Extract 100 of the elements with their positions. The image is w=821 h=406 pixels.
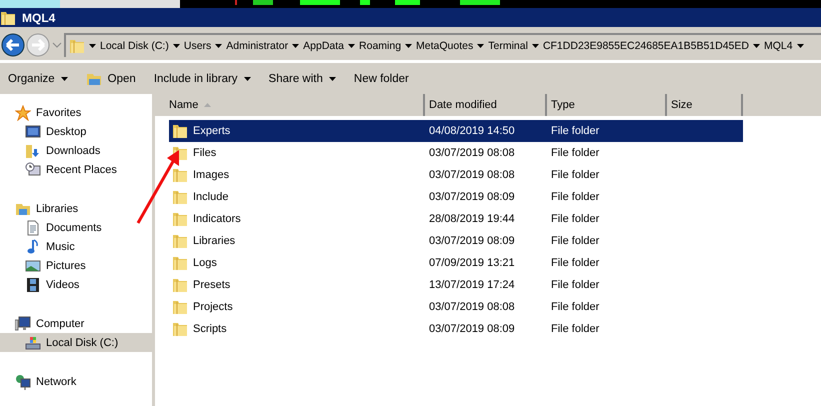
file-type: File folder bbox=[551, 213, 600, 225]
breadcrumb[interactable]: CF1DD23E9855EC24685EA1B5B51D45ED bbox=[542, 40, 749, 52]
folder-icon bbox=[172, 299, 188, 315]
caret-icon[interactable] bbox=[292, 44, 300, 48]
file-name: Libraries bbox=[193, 235, 236, 247]
file-type: File folder bbox=[551, 257, 600, 269]
breadcrumb[interactable]: Terminal bbox=[488, 40, 528, 52]
file-name: Projects bbox=[193, 301, 233, 313]
caret-icon[interactable] bbox=[477, 44, 484, 48]
date-modified: 13/07/2019 17:24 bbox=[429, 279, 515, 291]
breadcrumb[interactable]: Users bbox=[184, 40, 212, 52]
folder-icon bbox=[0, 10, 16, 26]
nav-item[interactable]: Documents bbox=[0, 218, 152, 237]
toolbar-button[interactable]: New folder bbox=[348, 70, 415, 86]
file-row[interactable]: Libraries 03/07/2019 08:09 File folder bbox=[169, 230, 743, 252]
date-modified: 03/07/2019 08:09 bbox=[429, 323, 515, 335]
network-icon bbox=[15, 374, 31, 390]
folder-icon bbox=[172, 255, 188, 271]
file-row[interactable]: Include 03/07/2019 08:09 File folder bbox=[169, 186, 743, 208]
file-type: File folder bbox=[551, 125, 600, 137]
file-row[interactable]: Experts 04/08/2019 14:50 File folder bbox=[169, 120, 743, 142]
caret-icon bbox=[328, 76, 336, 80]
caret-icon[interactable] bbox=[89, 44, 96, 48]
file-name: Experts bbox=[193, 125, 230, 137]
nav-item[interactable]: Downloads bbox=[0, 141, 152, 160]
caret-icon bbox=[60, 76, 68, 80]
nav-item[interactable]: Pictures bbox=[0, 256, 152, 275]
caret-icon[interactable] bbox=[215, 44, 222, 48]
folder-icon bbox=[172, 211, 188, 227]
caret-icon[interactable] bbox=[753, 44, 760, 48]
caret-icon[interactable] bbox=[405, 44, 412, 48]
column-header[interactable]: Size bbox=[667, 94, 743, 116]
folder-icon bbox=[172, 233, 188, 249]
recent-places-icon bbox=[25, 162, 41, 178]
file-type: File folder bbox=[551, 235, 600, 247]
caret-icon[interactable] bbox=[796, 44, 804, 48]
music-note-icon bbox=[25, 238, 41, 254]
breadcrumb[interactable]: AppData bbox=[303, 40, 344, 52]
folder-icon bbox=[69, 38, 85, 54]
caret-icon bbox=[244, 76, 251, 80]
file-name: Indicators bbox=[193, 213, 241, 225]
file-row[interactable]: Presets 13/07/2019 17:24 File folder bbox=[169, 274, 743, 296]
nav-item[interactable]: Local Disk (C:) bbox=[0, 333, 152, 352]
file-type: File folder bbox=[551, 147, 600, 159]
film-icon bbox=[25, 276, 41, 292]
file-type: File folder bbox=[551, 191, 600, 203]
file-row[interactable]: Indicators 28/08/2019 19:44 File folder bbox=[169, 208, 743, 230]
drive-icon bbox=[25, 334, 41, 350]
caret-icon[interactable] bbox=[348, 44, 356, 48]
nav-item[interactable]: Recent Places bbox=[0, 160, 152, 179]
toolbar-button[interactable]: Organize bbox=[2, 70, 74, 86]
date-modified: 04/08/2019 14:50 bbox=[429, 125, 515, 137]
folder-icon bbox=[172, 123, 188, 139]
date-modified: 07/09/2019 13:21 bbox=[429, 257, 515, 269]
breadcrumb[interactable]: MetaQuotes bbox=[416, 40, 474, 52]
file-name: Files bbox=[193, 147, 216, 159]
file-type: File folder bbox=[551, 169, 600, 181]
back-button[interactable] bbox=[0, 32, 25, 58]
column-header[interactable]: Date modified bbox=[425, 94, 547, 116]
address-bar[interactable]: Local Disk (C:) Users Administrator AppData Roaming MetaQuotes Terminal CF1DD23E9855EC24685EA1B5B51D45ED MQL4 bbox=[64, 33, 821, 57]
breadcrumb[interactable]: Local Disk (C:) bbox=[100, 40, 169, 52]
computer-icon bbox=[15, 316, 31, 332]
file-type: File folder bbox=[551, 323, 600, 335]
monitor-icon bbox=[25, 124, 41, 140]
toolbar-button[interactable]: Include in library bbox=[148, 70, 257, 86]
file-type: File folder bbox=[551, 279, 600, 291]
breadcrumb[interactable]: Administrator bbox=[226, 40, 288, 52]
nav-item[interactable]: Libraries bbox=[0, 199, 152, 218]
date-modified: 03/07/2019 08:08 bbox=[429, 301, 515, 313]
chevron-down-icon bbox=[52, 42, 62, 48]
nav-item[interactable]: Desktop bbox=[0, 122, 152, 141]
date-modified: 03/07/2019 08:08 bbox=[429, 147, 515, 159]
file-name: Presets bbox=[193, 279, 230, 291]
file-row[interactable]: Scripts 03/07/2019 08:09 File folder bbox=[169, 318, 743, 340]
folder-download-icon bbox=[25, 142, 41, 158]
toolbar-button[interactable]: Share with bbox=[262, 70, 342, 86]
file-row[interactable]: Projects 03/07/2019 08:08 File folder bbox=[169, 296, 743, 318]
nav-item[interactable]: Music bbox=[0, 237, 152, 256]
file-row[interactable]: Logs 07/09/2019 13:21 File folder bbox=[169, 252, 743, 274]
file-row[interactable]: Images 03/07/2019 08:08 File folder bbox=[169, 164, 743, 186]
file-name: Logs bbox=[193, 257, 217, 269]
nav-item[interactable]: Videos bbox=[0, 275, 152, 294]
breadcrumb[interactable]: MQL4 bbox=[764, 40, 793, 52]
nav-item[interactable]: Favorites bbox=[0, 103, 152, 122]
file-name: Images bbox=[193, 169, 230, 181]
nav-item[interactable]: Computer bbox=[0, 314, 152, 333]
column-header[interactable]: Name bbox=[155, 94, 425, 116]
date-modified: 28/08/2019 19:44 bbox=[429, 213, 515, 225]
column-header[interactable]: Type bbox=[547, 94, 667, 116]
star-icon bbox=[15, 104, 31, 120]
caret-icon[interactable] bbox=[532, 44, 539, 48]
nav-item[interactable]: Network bbox=[0, 372, 152, 391]
toolbar-button[interactable]: Open bbox=[80, 68, 142, 88]
date-modified: 03/07/2019 08:09 bbox=[429, 191, 515, 203]
date-modified: 03/07/2019 08:08 bbox=[429, 169, 515, 181]
file-name: Scripts bbox=[193, 323, 227, 335]
caret-icon[interactable] bbox=[172, 44, 180, 48]
folder-icon bbox=[172, 321, 188, 337]
breadcrumb[interactable]: Roaming bbox=[359, 40, 402, 52]
document-icon bbox=[25, 220, 41, 236]
